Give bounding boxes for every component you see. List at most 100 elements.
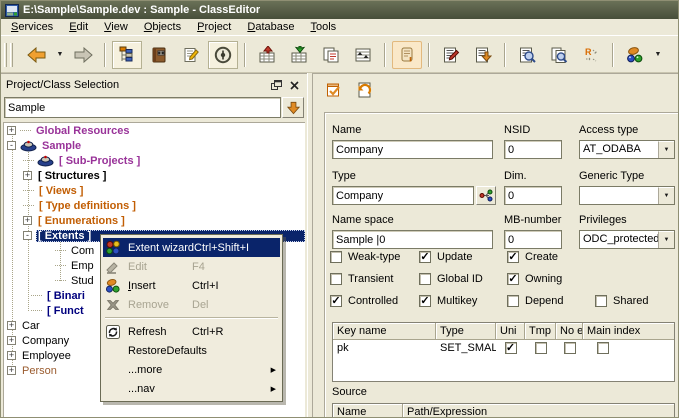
name-space-field[interactable] xyxy=(332,230,493,249)
create-checkbox[interactable]: ✓ xyxy=(507,251,519,263)
shared-checkbox[interactable] xyxy=(595,295,607,307)
reorganize-button[interactable]: R xyxy=(576,41,606,69)
collapse-icon[interactable]: - xyxy=(23,231,32,240)
tree-item-structures[interactable]: + [ Structures ] xyxy=(4,168,305,183)
nsid-field[interactable] xyxy=(504,140,562,159)
access-type-select[interactable]: AT_ODABA ▼ xyxy=(579,140,675,159)
menu-item-restore-defaults[interactable]: RestoreDefaults xyxy=(103,341,280,360)
column-header[interactable]: Path/Expression xyxy=(403,404,674,418)
filter-go-button[interactable] xyxy=(282,97,304,118)
update-checkbox[interactable]: ✓ xyxy=(419,251,431,263)
menu-item-insert[interactable]: Insert Ctrl+I xyxy=(103,276,280,295)
search-documents-button[interactable] xyxy=(544,41,574,69)
combo-dropdown-icon[interactable]: ▼ xyxy=(658,141,674,158)
menu-item-refresh[interactable]: Refresh Ctrl+R xyxy=(103,322,280,341)
column-header[interactable]: Uni xyxy=(496,323,525,340)
expand-icon[interactable]: + xyxy=(7,321,16,330)
column-header[interactable]: Key name xyxy=(333,323,436,340)
menu-tools[interactable]: Tools xyxy=(302,20,344,34)
type-field[interactable] xyxy=(332,186,474,205)
expand-icon[interactable]: + xyxy=(23,216,32,225)
tree-item-enumerations[interactable]: + [ Enumerations ] xyxy=(4,213,305,228)
title-bar[interactable]: E:\Sample\Sample.dev : Sample - ClassEdi… xyxy=(1,1,678,19)
class-filter-input[interactable] xyxy=(4,97,281,118)
depend-checkbox[interactable] xyxy=(507,295,519,307)
apply-changes-button[interactable] xyxy=(321,78,347,102)
menu-database[interactable]: Database xyxy=(239,20,302,34)
column-header[interactable]: Name xyxy=(333,404,403,418)
save-report-button[interactable] xyxy=(468,41,498,69)
menu-services[interactable]: Services xyxy=(3,20,61,34)
column-header[interactable]: Type xyxy=(436,323,496,340)
combo-dropdown-icon[interactable]: ▼ xyxy=(658,187,674,204)
close-panel-button[interactable] xyxy=(286,78,302,93)
tree-item-global-resources[interactable]: + Global Resources xyxy=(4,123,305,138)
name-field[interactable] xyxy=(332,140,493,159)
preview-document-button[interactable] xyxy=(512,41,542,69)
menu-item-edit[interactable]: Edit F4 xyxy=(103,257,280,276)
menu-item-remove[interactable]: Remove Del xyxy=(103,295,280,314)
collapse-icon[interactable]: - xyxy=(7,141,16,150)
generic-type-select[interactable]: ▼ xyxy=(579,186,675,205)
forward-button[interactable] xyxy=(68,41,98,69)
main-index-checkbox[interactable] xyxy=(597,342,609,354)
menu-item-extent-wizard[interactable]: Extent wizard Ctrl+Shift+I xyxy=(103,238,280,257)
weak-type-checkbox[interactable] xyxy=(330,251,342,263)
tree-item-type-definitions[interactable]: [ Type definitions ] xyxy=(4,198,305,213)
expand-icon[interactable]: + xyxy=(7,351,16,360)
class-tree-button[interactable] xyxy=(112,41,142,69)
column-header[interactable]: Tmp xyxy=(525,323,556,340)
insert-rows-button[interactable] xyxy=(348,41,378,69)
controlled-checkbox[interactable]: ✓ xyxy=(330,295,342,307)
copy-table-button[interactable] xyxy=(316,41,346,69)
toolbar-grip[interactable] xyxy=(10,43,13,67)
menu-item-more[interactable]: ...more ▶ xyxy=(103,360,280,379)
key-table-row[interactable]: pk SET_SMAL ✓ xyxy=(333,340,674,356)
checkmark-icon: ✓ xyxy=(508,252,517,262)
revert-button[interactable] xyxy=(351,78,377,102)
objects-dropdown[interactable]: ▼ xyxy=(651,41,665,69)
import-table-button[interactable] xyxy=(252,41,282,69)
no-e-checkbox[interactable] xyxy=(564,342,576,354)
expand-icon[interactable]: + xyxy=(7,126,16,135)
tree-item-sub-projects[interactable]: [ Sub-Projects ] xyxy=(4,153,305,168)
column-header[interactable]: No e xyxy=(556,323,583,340)
key-table[interactable]: Key name Type Uni Tmp No e Main index pk… xyxy=(332,322,675,382)
menu-edit[interactable]: Edit xyxy=(61,20,96,34)
mb-number-field[interactable] xyxy=(504,230,562,249)
expand-icon[interactable]: + xyxy=(7,366,16,375)
edit-report-button[interactable] xyxy=(436,41,466,69)
script-info-button[interactable] xyxy=(392,41,422,69)
menu-project[interactable]: Project xyxy=(189,20,239,34)
owning-checkbox[interactable]: ✓ xyxy=(507,273,519,285)
tmp-checkbox[interactable] xyxy=(535,342,547,354)
menu-item-nav[interactable]: ...nav ▶ xyxy=(103,379,280,398)
back-history-dropdown[interactable]: ▼ xyxy=(53,41,67,69)
float-panel-button[interactable] xyxy=(268,78,284,93)
type-lookup-button[interactable] xyxy=(476,186,496,205)
menu-view[interactable]: View xyxy=(96,20,136,34)
privileges-select[interactable]: ODC_protected ▼ xyxy=(579,230,675,249)
multikey-checkbox[interactable]: ✓ xyxy=(419,295,431,307)
nsid-label: NSID xyxy=(504,124,530,137)
combo-dropdown-icon[interactable]: ▼ xyxy=(658,231,674,248)
uni-checkbox[interactable]: ✓ xyxy=(505,342,517,354)
expand-icon[interactable]: + xyxy=(23,171,32,180)
recent-objects-button[interactable] xyxy=(208,41,238,69)
toolbar-grip[interactable] xyxy=(4,43,7,67)
column-header[interactable]: Main index xyxy=(583,323,674,340)
edit-document-button[interactable] xyxy=(176,41,206,69)
source-table[interactable]: Name Path/Expression xyxy=(332,403,675,418)
catalog-button[interactable] xyxy=(144,41,174,69)
menu-objects[interactable]: Objects xyxy=(136,20,189,34)
transient-checkbox[interactable] xyxy=(330,273,342,285)
dim-field[interactable] xyxy=(504,186,562,205)
objects-button[interactable] xyxy=(620,41,650,69)
tree-item-sample[interactable]: - Sample xyxy=(4,138,305,153)
expand-icon[interactable]: + xyxy=(7,336,16,345)
export-table-button[interactable] xyxy=(284,41,314,69)
project-icon xyxy=(37,154,54,167)
back-button[interactable] xyxy=(22,41,52,69)
global-id-checkbox[interactable] xyxy=(419,273,431,285)
tree-item-views[interactable]: [ Views ] xyxy=(4,183,305,198)
